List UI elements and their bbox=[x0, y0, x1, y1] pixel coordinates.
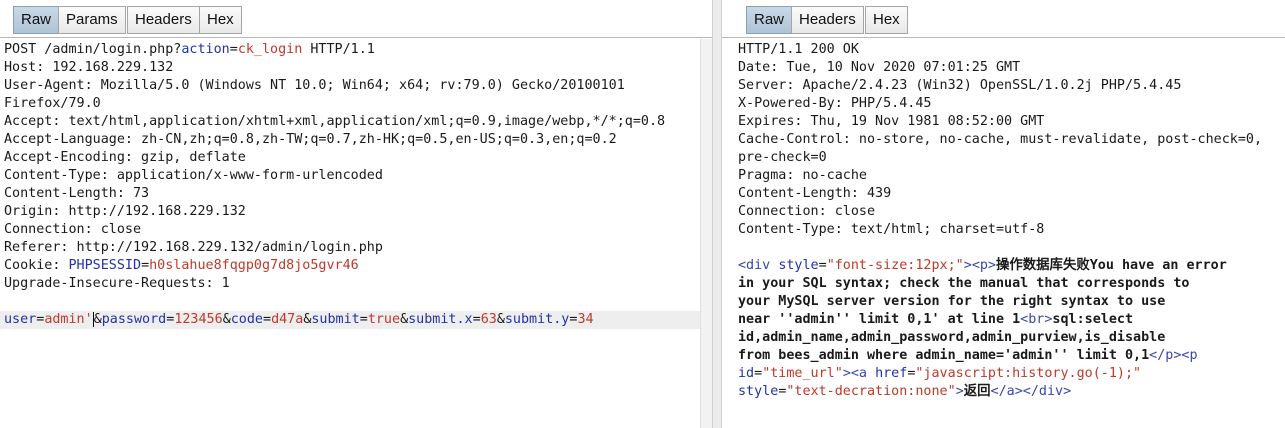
header-line: Firefox/79.0 bbox=[4, 96, 101, 111]
header-line: Content-Type: application/x-www-form-url… bbox=[4, 168, 383, 183]
header-line: Content-Type: text/html; charset=utf-8 bbox=[738, 222, 1045, 237]
request-tab-headers[interactable]: Headers bbox=[127, 6, 200, 34]
request-editor[interactable]: POST /admin/login.php?action=ck_login HT… bbox=[0, 39, 700, 428]
request-tab-params[interactable]: Params bbox=[58, 6, 126, 34]
header-line: Accept-Encoding: gzip, deflate bbox=[4, 150, 246, 165]
request-pane: Raw Params Headers Hex POST /admin/login… bbox=[0, 0, 712, 428]
response-body-line: id="time_url"><a href="javascript:histor… bbox=[738, 366, 1142, 381]
header-line: Accept: text/html,application/xhtml+xml,… bbox=[4, 114, 666, 129]
response-body-line: in your SQL syntax; check the manual tha… bbox=[738, 276, 1190, 291]
request-tab-raw[interactable]: Raw bbox=[13, 6, 60, 34]
cookie-line: Cookie: PHPSESSID=h0slahue8fqgp0g7d8jo5g… bbox=[4, 258, 359, 273]
response-editor[interactable]: HTTP/1.1 200 OK Date: Tue, 10 Nov 2020 0… bbox=[734, 39, 1283, 428]
response-tab-headers[interactable]: Headers bbox=[791, 6, 864, 34]
header-line: HTTP/1.1 200 OK bbox=[738, 42, 859, 57]
response-tab-raw[interactable]: Raw bbox=[746, 6, 793, 34]
header-line: Expires: Thu, 19 Nov 1981 08:52:00 GMT bbox=[738, 114, 1045, 129]
header-line: Server: Apache/2.4.23 (Win32) OpenSSL/1.… bbox=[738, 78, 1182, 93]
request-scrollbar[interactable] bbox=[700, 39, 712, 428]
header-line: Cache-Control: no-store, no-cache, must-… bbox=[738, 132, 1263, 147]
response-body-line: from bees_admin where admin_name='admin'… bbox=[738, 348, 1198, 363]
header-line: Origin: http://192.168.229.132 bbox=[4, 204, 246, 219]
response-tabbar: Raw Headers Hex bbox=[722, 0, 1285, 38]
header-line: Accept-Language: zh-CN,zh;q=0.8,zh-TW;q=… bbox=[4, 132, 617, 147]
header-line: Content-Length: 439 bbox=[738, 186, 892, 201]
response-body-line: near ''admin'' limit 0,1' at line 1<br>s… bbox=[738, 312, 1134, 327]
header-line: Content-Length: 73 bbox=[4, 186, 150, 201]
header-line: Connection: close bbox=[4, 222, 142, 237]
pane-splitter[interactable] bbox=[712, 0, 722, 428]
header-line: X-Powered-By: PHP/5.4.45 bbox=[738, 96, 932, 111]
header-line: Host: 192.168.229.132 bbox=[4, 60, 174, 75]
header-line: Date: Tue, 10 Nov 2020 07:01:25 GMT bbox=[738, 60, 1021, 75]
request-tabbar: Raw Params Headers Hex bbox=[0, 0, 712, 38]
response-body-line: <div style="font-size:12px;"><p>操作数据库失败Y… bbox=[738, 258, 1227, 273]
request-line: POST /admin/login.php?action=ck_login HT… bbox=[4, 42, 375, 57]
request-tab-hex[interactable]: Hex bbox=[199, 6, 242, 34]
header-line: Upgrade-Insecure-Requests: 1 bbox=[4, 276, 230, 291]
header-line: Connection: close bbox=[738, 204, 876, 219]
response-body-line: id,admin_name,admin_password,admin_purvi… bbox=[738, 330, 1166, 345]
response-body-line: your MySQL server version for the right … bbox=[738, 294, 1166, 309]
header-line: Referer: http://192.168.229.132/admin/lo… bbox=[4, 240, 383, 255]
header-line: Pragma: no-cache bbox=[738, 168, 867, 183]
response-body-line: style="text-decration:none">返回</a></div> bbox=[738, 384, 1072, 399]
response-pane: Raw Headers Hex HTTP/1.1 200 OK Date: Tu… bbox=[722, 0, 1285, 428]
header-line: User-Agent: Mozilla/5.0 (Windows NT 10.0… bbox=[4, 78, 625, 93]
request-body-line[interactable]: user=admin'&password=123456&code=d47a&su… bbox=[0, 311, 700, 329]
header-line: pre-check=0 bbox=[738, 150, 827, 165]
response-tab-hex[interactable]: Hex bbox=[865, 6, 908, 34]
